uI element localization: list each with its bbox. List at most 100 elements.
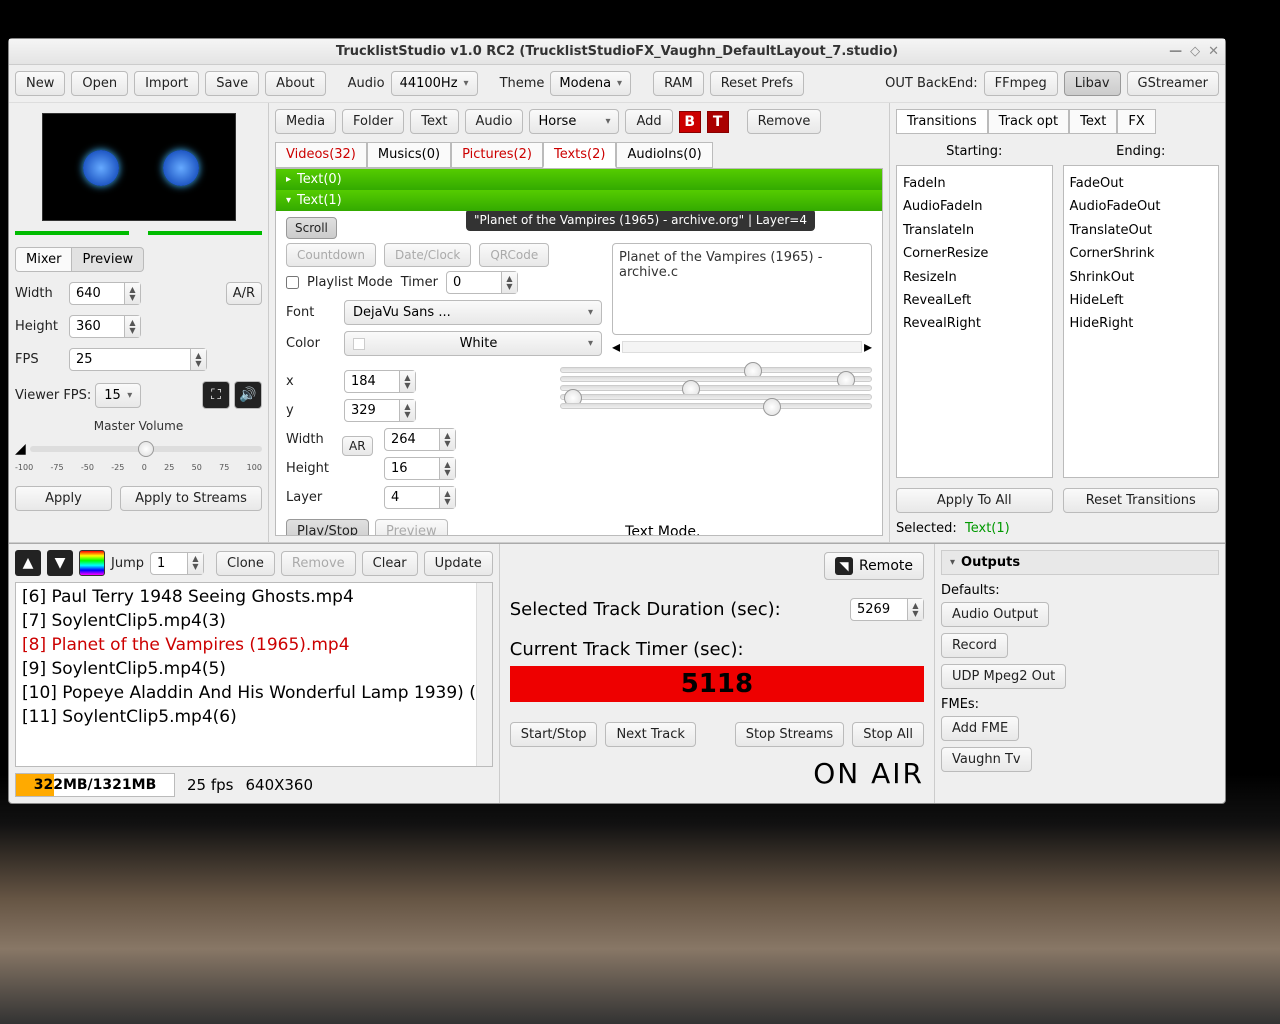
tab-musics[interactable]: Musics(0) [367,142,451,168]
height-prop-input[interactable]: ▲▼ [384,457,456,480]
outputs-header[interactable]: Outputs [941,550,1219,575]
libav-button[interactable]: Libav [1064,71,1121,96]
clear-button[interactable]: Clear [362,551,418,576]
y-input[interactable]: ▲▼ [344,399,416,422]
stop-streams-button[interactable]: Stop Streams [735,722,845,747]
remove-track-button[interactable]: Remove [281,551,356,576]
maximize-icon[interactable]: ◇ [1190,44,1200,59]
list-item[interactable]: AudioFadeOut [1070,195,1213,218]
list-item[interactable]: [9] SoylentClip5.mp4(5) [18,657,490,681]
list-item[interactable]: FadeIn [903,172,1046,195]
tab-trackopt[interactable]: Track opt [988,109,1069,134]
tab-preview[interactable]: Preview [72,247,144,272]
ending-list[interactable]: FadeOut AudioFadeOut TranslateOut Corner… [1063,165,1220,478]
text-style-icon[interactable]: T [707,111,729,133]
playlist-list[interactable]: [6] Paul Terry 1948 Seeing Ghosts.mp4 [7… [15,582,493,767]
playlist-scrollbar[interactable] [476,583,492,766]
reset-prefs-button[interactable]: Reset Prefs [710,71,804,96]
tab-audioins[interactable]: AudioIns(0) [616,142,712,168]
audio-output-button[interactable]: Audio Output [941,602,1049,627]
new-button[interactable]: New [15,71,65,96]
theme-select[interactable]: Modena [550,71,631,96]
jump-input[interactable]: ▲▼ [150,552,204,575]
list-item[interactable]: HideLeft [1070,289,1213,312]
record-button[interactable]: Record [941,633,1008,658]
tab-texts[interactable]: Texts(2) [543,142,616,168]
apply-button[interactable]: Apply [15,486,112,511]
list-item[interactable]: TranslateOut [1070,219,1213,242]
list-item[interactable]: [10] Popeye Aladdin And His Wonderful La… [18,681,490,705]
text-hscroll[interactable]: ◂▸ [612,337,872,356]
update-button[interactable]: Update [424,551,493,576]
remove-button[interactable]: Remove [747,109,822,134]
duration-input[interactable]: ▲▼ [850,598,924,621]
font-select[interactable]: DejaVu Sans ... [344,300,602,325]
list-item[interactable]: TranslateIn [903,219,1046,242]
text-content[interactable]: Planet of the Vampires (1965) - archive.… [612,243,872,335]
clone-button[interactable]: Clone [216,551,275,576]
list-item[interactable]: CornerShrink [1070,242,1213,265]
preset-select[interactable]: Horse [529,109,619,134]
y-slider[interactable] [560,376,872,382]
width-input[interactable]: ▲▼ [69,282,141,305]
tab-mixer[interactable]: Mixer [15,247,72,272]
playlist-mode-checkbox[interactable] [286,276,299,289]
move-up-icon[interactable]: ▲ [15,550,41,576]
fullscreen-icon[interactable]: ⛶ [202,381,230,409]
tab-pictures[interactable]: Pictures(2) [451,142,543,168]
udp-output-button[interactable]: UDP Mpeg2 Out [941,664,1066,689]
color-select[interactable]: White [344,331,602,356]
vaughn-button[interactable]: Vaughn Tv [941,747,1032,772]
color-icon[interactable] [79,550,105,576]
starting-list[interactable]: FadeIn AudioFadeIn TranslateIn CornerRes… [896,165,1053,478]
countdown-toggle[interactable]: Countdown [286,243,376,267]
height-input[interactable]: ▲▼ [69,315,141,338]
add-fme-button[interactable]: Add FME [941,716,1019,741]
width-slider[interactable] [560,385,872,391]
qrcode-toggle[interactable]: QRCode [479,243,549,267]
height-slider[interactable] [560,394,872,400]
accordion-text-1[interactable]: Text(1) [276,190,882,211]
ar-button[interactable]: A/R [226,282,262,305]
apply-streams-button[interactable]: Apply to Streams [120,486,262,511]
startstop-button[interactable]: Start/Stop [510,722,598,747]
list-item[interactable]: CornerResize [903,242,1046,265]
x-input[interactable]: ▲▼ [344,370,416,393]
tab-videos[interactable]: Videos(32) [275,142,367,168]
media-button[interactable]: Media [275,109,336,134]
list-item[interactable]: HideRight [1070,312,1213,335]
dateclock-toggle[interactable]: Date/Clock [384,243,471,267]
list-item[interactable]: FadeOut [1070,172,1213,195]
list-item[interactable]: ShrinkOut [1070,266,1213,289]
remote-button[interactable]: ◥ Remote [824,552,924,580]
playstop-button[interactable]: Play/Stop [286,519,369,535]
list-item[interactable]: ResizeIn [903,266,1046,289]
audio-rate-select[interactable]: 44100Hz [391,71,478,96]
tab-fx[interactable]: FX [1117,109,1155,134]
apply-all-button[interactable]: Apply To All [896,488,1053,513]
bold-icon[interactable]: B [679,111,701,133]
timer-input[interactable]: ▲▼ [446,271,518,294]
fps-input[interactable]: ▲▼ [69,348,207,371]
layer-input[interactable]: ▲▼ [384,486,456,509]
list-item[interactable]: [6] Paul Terry 1948 Seeing Ghosts.mp4 [18,585,490,609]
master-volume-slider[interactable] [30,446,262,452]
save-button[interactable]: Save [205,71,259,96]
width-prop-input[interactable]: ▲▼ [384,428,456,451]
add-button[interactable]: Add [625,109,672,134]
next-track-button[interactable]: Next Track [605,722,695,747]
minimize-icon[interactable]: — [1169,44,1182,59]
preview-source-button[interactable]: Preview [375,519,448,535]
tab-transitions[interactable]: Transitions [896,109,988,134]
audio-button[interactable]: Audio [465,109,524,134]
list-item[interactable]: [11] SoylentClip5.mp4(6) [18,705,490,729]
list-item[interactable]: [7] SoylentClip5.mp4(3) [18,609,490,633]
reset-transitions-button[interactable]: Reset Transitions [1063,488,1220,513]
about-button[interactable]: About [265,71,325,96]
layer-slider[interactable] [560,403,872,409]
list-item[interactable]: [8] Planet of the Vampires (1965).mp4 [18,633,490,657]
open-button[interactable]: Open [71,71,128,96]
list-item[interactable]: RevealRight [903,312,1046,335]
close-icon[interactable]: ✕ [1208,44,1219,59]
viewer-fps-select[interactable]: 15 [95,383,141,408]
